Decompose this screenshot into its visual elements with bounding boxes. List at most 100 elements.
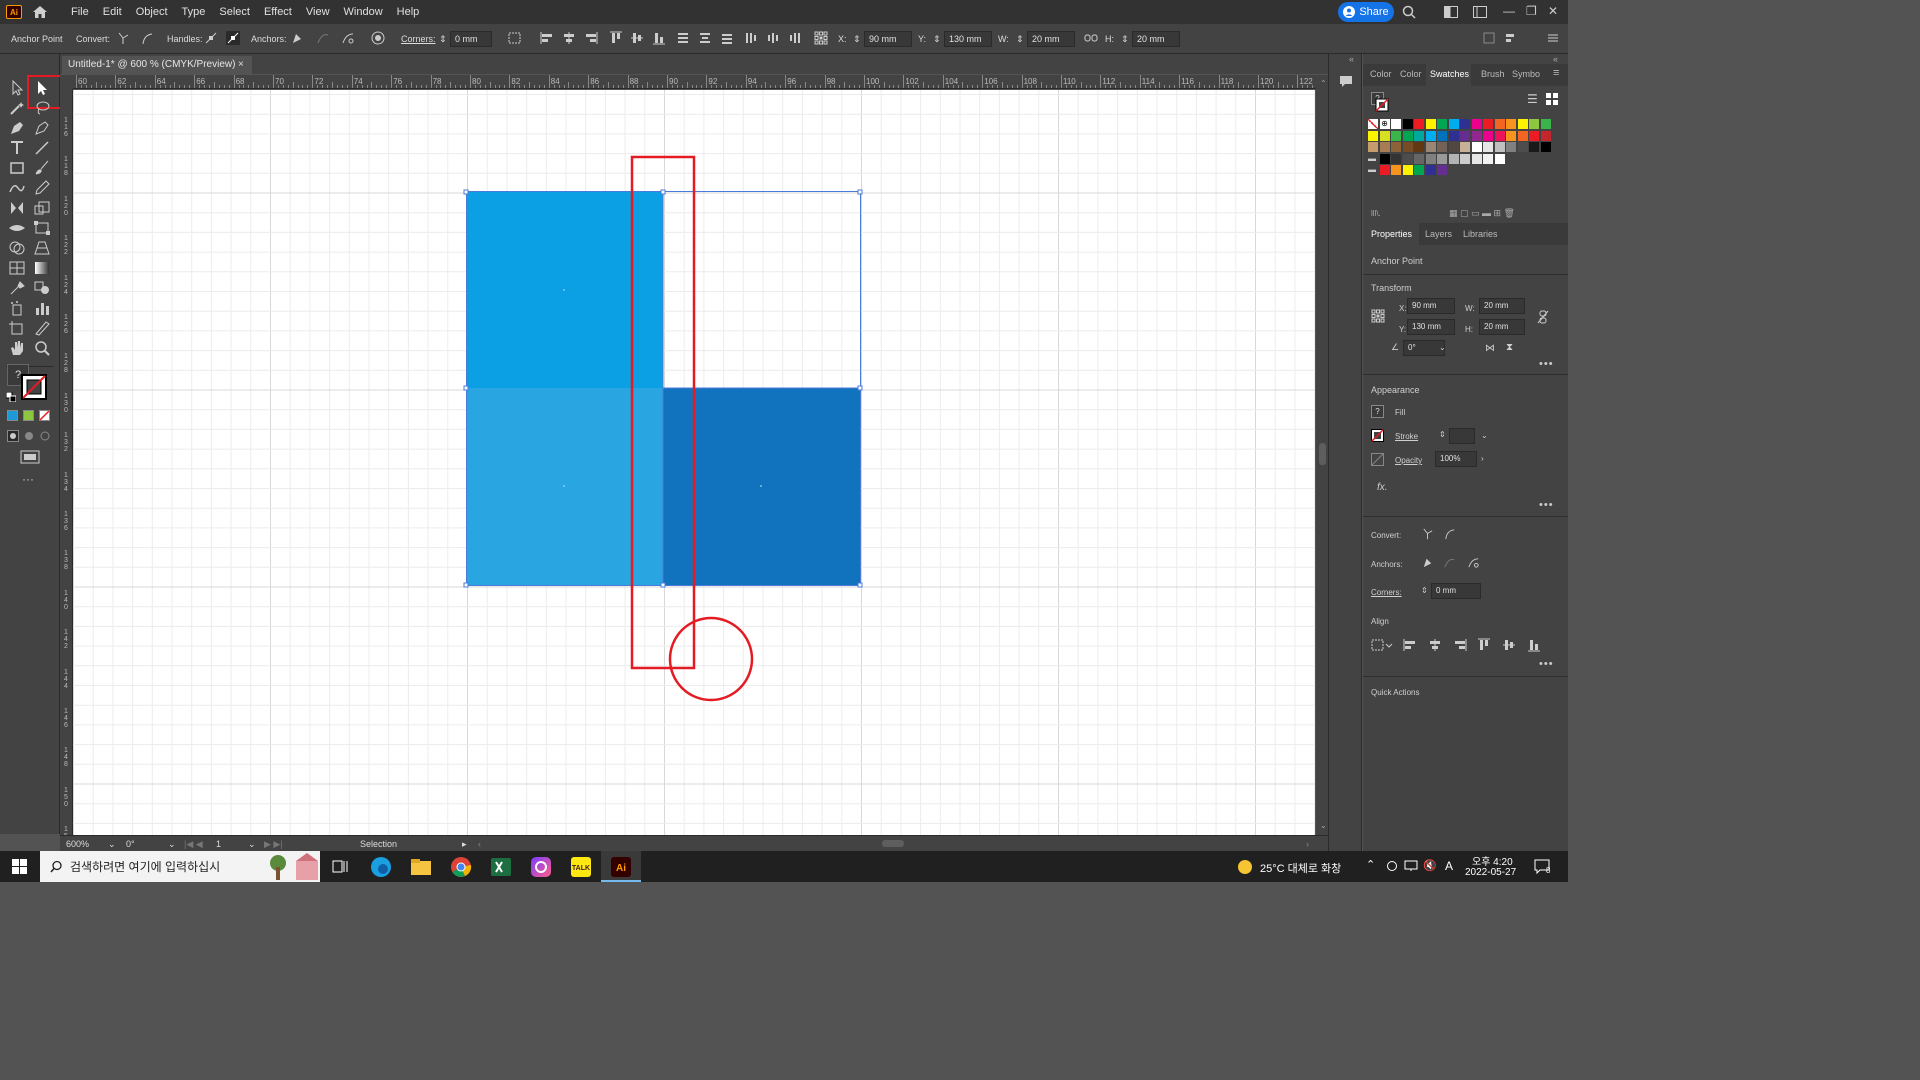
swatch[interactable] bbox=[1414, 142, 1424, 152]
reference-point-icon[interactable] bbox=[814, 31, 828, 45]
swatch[interactable] bbox=[1402, 142, 1413, 152]
gradient-mode-icon[interactable] bbox=[23, 410, 34, 421]
swatch[interactable] bbox=[1414, 119, 1424, 129]
zoom-dropdown-icon[interactable]: ⌄ bbox=[108, 839, 116, 850]
hide-handles-icon[interactable] bbox=[226, 31, 240, 45]
zoom-tool-icon[interactable] bbox=[33, 340, 51, 356]
scroll-up-icon[interactable]: ⌃ bbox=[1320, 79, 1327, 88]
menu-object[interactable]: Object bbox=[129, 0, 175, 24]
corners-stepper-panel-icon[interactable]: ⇕ bbox=[1421, 586, 1428, 595]
swatch-registration[interactable]: ⊕ bbox=[1379, 119, 1390, 129]
scale-tool-icon[interactable] bbox=[33, 200, 51, 216]
anchor-point[interactable] bbox=[463, 189, 469, 195]
windows-start-icon[interactable] bbox=[12, 859, 27, 874]
width-tool-icon[interactable] bbox=[8, 220, 26, 236]
draw-normal-icon[interactable] bbox=[7, 430, 19, 442]
vertical-scrollbar[interactable]: ⌃ ⌄ bbox=[1316, 75, 1328, 835]
transform-reference-point-icon[interactable] bbox=[1371, 309, 1385, 323]
swatch[interactable] bbox=[1391, 153, 1401, 164]
stroke-weight-stepper-icon[interactable]: ⇕ bbox=[1439, 430, 1446, 439]
zoom-level[interactable]: 600% bbox=[66, 839, 89, 849]
weather-icon[interactable] bbox=[1236, 858, 1254, 876]
scroll-right-icon[interactable]: › bbox=[1306, 839, 1309, 849]
swatch[interactable] bbox=[1437, 165, 1447, 175]
shaper-tool-icon[interactable] bbox=[8, 180, 26, 196]
corners-field-panel[interactable]: 0 mm bbox=[1431, 583, 1481, 599]
collapse-dock-icon[interactable]: « bbox=[1349, 54, 1354, 64]
swatch[interactable] bbox=[1437, 119, 1447, 129]
align-right-icon[interactable] bbox=[584, 31, 598, 45]
edge-browser-icon[interactable] bbox=[369, 855, 393, 879]
flip-horizontal-icon[interactable]: ⋈ bbox=[1485, 343, 1495, 354]
swatch[interactable] bbox=[1425, 165, 1436, 175]
swatch[interactable] bbox=[1414, 165, 1424, 175]
convert-smooth-icon[interactable] bbox=[140, 31, 154, 45]
distribute-right-icon[interactable] bbox=[788, 31, 802, 45]
swatch[interactable] bbox=[1402, 119, 1413, 129]
menu-effect[interactable]: Effect bbox=[257, 0, 299, 24]
list-view-icon[interactable]: ☰ bbox=[1527, 92, 1538, 106]
effects-icon[interactable]: fx. bbox=[1377, 482, 1388, 493]
swatch[interactable] bbox=[1460, 153, 1470, 164]
align-right-panel-icon[interactable] bbox=[1453, 638, 1467, 652]
minimize-icon[interactable]: — bbox=[1503, 4, 1515, 18]
distribute-left-icon[interactable] bbox=[744, 31, 758, 45]
anchor-point[interactable] bbox=[857, 189, 863, 195]
swatch[interactable] bbox=[1494, 130, 1505, 141]
align-vcenter-icon[interactable] bbox=[630, 31, 644, 45]
tab-properties[interactable]: Properties bbox=[1371, 229, 1412, 239]
h-field[interactable]: 20 mm bbox=[1132, 31, 1180, 47]
direct-selection-tool-icon[interactable] bbox=[33, 80, 51, 96]
swatch[interactable] bbox=[1494, 142, 1505, 152]
eyedropper-tool-icon[interactable] bbox=[8, 280, 26, 296]
opacity-label[interactable]: Opacity bbox=[1395, 456, 1422, 465]
screen-mode-icon[interactable] bbox=[20, 450, 40, 464]
tab-libraries[interactable]: Libraries bbox=[1463, 229, 1498, 239]
stroke-label[interactable]: Stroke bbox=[1395, 432, 1418, 441]
network-icon[interactable] bbox=[1404, 860, 1418, 872]
align-bottom-icon[interactable] bbox=[652, 31, 666, 45]
stroke-weight-dropdown-icon[interactable]: ⌄ bbox=[1481, 431, 1488, 440]
tab-symbols[interactable]: Symbo bbox=[1512, 69, 1540, 79]
lasso-tool-icon[interactable] bbox=[33, 100, 51, 116]
swatch-options-icons[interactable]: ▦ ▢ ▭ ▬ ⊞ 🗑 bbox=[1449, 208, 1515, 219]
tab-brushes[interactable]: Brush bbox=[1481, 69, 1505, 79]
tab-color-guide[interactable]: Color bbox=[1400, 69, 1422, 79]
swatch-stroke-indicator[interactable] bbox=[1375, 98, 1389, 112]
swatch[interactable] bbox=[1471, 130, 1482, 141]
last-artboard-icon[interactable]: ▶ ▶| bbox=[264, 839, 283, 850]
swatch[interactable] bbox=[1437, 130, 1447, 141]
swatch[interactable] bbox=[1368, 130, 1378, 141]
transform-y-field[interactable]: 130 mm bbox=[1407, 319, 1455, 335]
corners-stepper-icon[interactable]: ⇕ bbox=[439, 34, 447, 45]
h-stepper-icon[interactable]: ⇕ bbox=[1121, 34, 1129, 45]
anchor-point[interactable] bbox=[660, 582, 666, 588]
swatch[interactable] bbox=[1483, 153, 1493, 164]
align-to-panel-icon[interactable] bbox=[1371, 638, 1393, 652]
stroke-swatch[interactable] bbox=[21, 374, 47, 400]
swatch[interactable] bbox=[1540, 119, 1551, 129]
swatch[interactable] bbox=[1368, 142, 1378, 152]
gradient-tool-icon[interactable] bbox=[33, 260, 51, 276]
swatch[interactable] bbox=[1448, 153, 1459, 164]
swatch-libraries-icon[interactable]: lll\. bbox=[1371, 209, 1381, 218]
x-stepper-icon[interactable]: ⇕ bbox=[853, 34, 861, 45]
swatch[interactable] bbox=[1425, 119, 1436, 129]
tray-expand-icon[interactable]: ⌃ bbox=[1366, 858, 1375, 871]
swatch[interactable] bbox=[1379, 130, 1390, 141]
isolate-object-icon[interactable] bbox=[371, 31, 385, 45]
swatch[interactable] bbox=[1391, 119, 1401, 129]
illustrator-taskbar-icon[interactable]: Ai bbox=[609, 855, 633, 879]
magic-wand-tool-icon[interactable] bbox=[8, 100, 26, 116]
swatch[interactable] bbox=[1391, 130, 1401, 141]
first-artboard-icon[interactable]: |◀ ◀ bbox=[184, 839, 203, 850]
align-to-icon[interactable] bbox=[508, 31, 522, 45]
swatch[interactable] bbox=[1402, 153, 1413, 164]
rectangle-tool-icon[interactable] bbox=[8, 160, 26, 176]
slice-tool-icon[interactable] bbox=[33, 320, 51, 336]
show-handles-icon[interactable] bbox=[204, 31, 218, 45]
line-tool-icon[interactable] bbox=[33, 140, 51, 156]
workspace-switcher-icon[interactable] bbox=[1473, 6, 1487, 18]
task-view-icon[interactable] bbox=[332, 859, 348, 874]
comments-icon[interactable] bbox=[1339, 74, 1353, 88]
